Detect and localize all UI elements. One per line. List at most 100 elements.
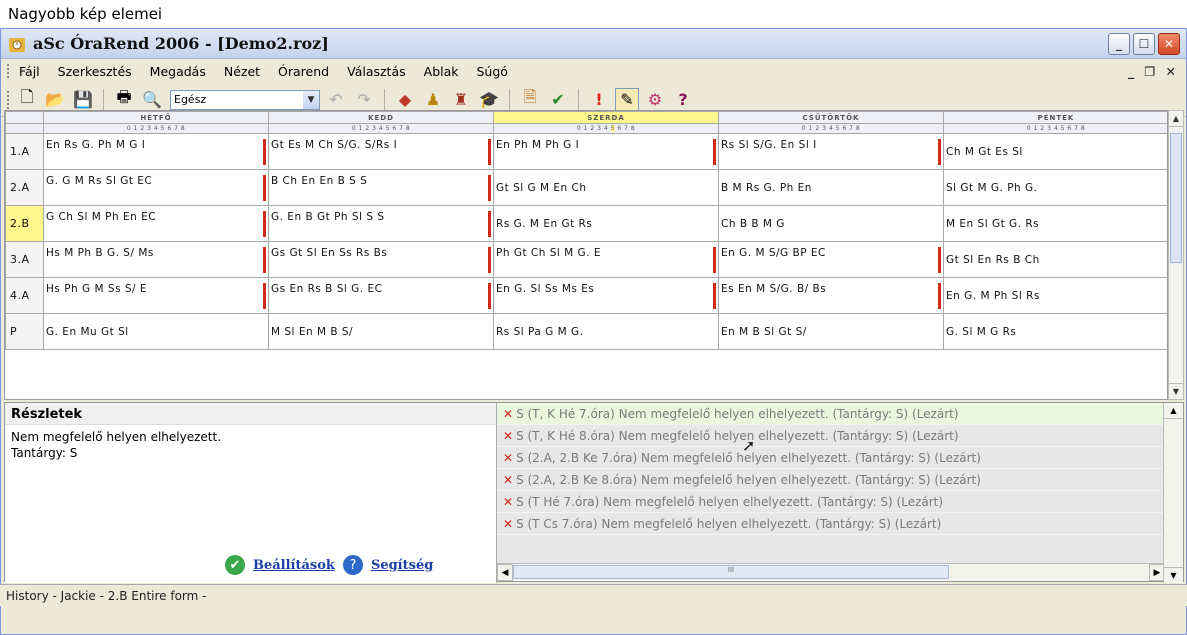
bottom-panel: Részletek Nem megfelelő helyen elhelyeze… [4,402,1184,583]
error-horizontal-scrollbar[interactable]: ◀ III ▶ [497,563,1165,581]
lesson-cell[interactable]: Ph Gt Ch Sl M G. E [493,241,719,278]
scroll-up-icon[interactable]: ▲ [1169,111,1183,127]
scroll-up-icon[interactable]: ▲ [1164,403,1183,419]
class-label[interactable]: 1.A [5,133,44,170]
lesson-cell[interactable]: Gt Sl G M En Ch [493,169,719,206]
warning-icon[interactable]: ! [587,88,611,112]
class-label[interactable]: 2.A [5,169,44,206]
mdi-minimize-button[interactable]: _ [1128,64,1134,79]
lesson-cell[interactable]: Gs Gt Sl En Ss Rs Bs [268,241,494,278]
classes-icon[interactable]: ♜ [449,88,473,112]
class-label[interactable]: 3.A [5,241,44,278]
error-item[interactable]: ✕ S (2.A, 2.B Ke 8.óra) Nem megfelelő hel… [497,469,1165,491]
menu-window[interactable]: Ablak [424,64,459,79]
toolbar-separator [384,88,385,111]
menu-file[interactable]: Fájl [19,64,40,79]
settings-link[interactable]: Beállítások [253,558,335,573]
lesson-cell[interactable]: M En Sl Gt G. Rs [943,205,1167,242]
scroll-left-icon[interactable]: ◀ [497,564,513,581]
window-title: aSc ÓraRend 2006 - [Demo2.roz] [33,34,329,53]
app-icon [7,34,27,54]
edit-icon[interactable]: ✎ [615,87,639,112]
menu-specify[interactable]: Megadás [150,64,206,79]
view-combo[interactable]: Egész ▼ [170,89,320,110]
grid-vertical-scrollbar[interactable]: ▲ ▼ [1168,110,1184,400]
lesson-cell[interactable]: G. G M Rs Sl Gt EC [43,169,269,206]
error-item[interactable]: ✕ S (T Hé 7.óra) Nem megfelelő helyen elh… [497,491,1165,513]
cube-icon[interactable]: ◆ [393,88,417,112]
help-icon[interactable]: ? [671,88,695,112]
menu-help[interactable]: Súgó [477,64,508,79]
menu-view[interactable]: Nézet [224,64,260,79]
redo-icon[interactable]: ↷ [352,88,376,112]
day-header[interactable]: CSÜTÖRTÖK [718,111,944,124]
lesson-cell[interactable]: Gs En Rs B Sl G. EC [268,277,494,314]
lesson-cell[interactable]: En G. Sl Ss Ms Es [493,277,719,314]
error-item[interactable]: ✕ S (T, K Hé 7.óra) Nem megfelelő helyen … [497,403,1165,425]
maximize-button[interactable]: ☐ [1133,32,1155,55]
lesson-cell[interactable]: En Rs G. Ph M G I [43,133,269,170]
lesson-cell[interactable]: En G. M Ph Sl Rs [943,277,1167,314]
day-header[interactable]: PÉNTEK [943,111,1167,124]
lesson-cell[interactable]: G. Sl M G Rs [943,313,1167,350]
minimize-button[interactable]: _ [1108,32,1130,55]
open-folder-icon[interactable]: 📂 [43,88,67,112]
error-item[interactable]: ✕ S (T, K Hé 8.óra) Nem megfelelő helyen … [497,425,1165,447]
lesson-cell[interactable]: Rs G. M En Gt Rs [493,205,719,242]
save-icon[interactable]: 💾 [71,88,95,112]
day-header[interactable]: HÉTFŐ [43,111,269,124]
lesson-cell[interactable]: G. En B Gt Ph Sl S S [268,205,494,242]
class-label-selected[interactable]: 2.B [5,205,44,242]
class-label[interactable]: 4.A [5,277,44,314]
timetable-grid[interactable]: HÉTFŐ KEDD SZERDA CSÜTÖRTÖK PÉNTEK 0 1 2… [4,110,1168,400]
lesson-cell[interactable]: Gt Sl En Rs B Ch [943,241,1167,278]
error-list[interactable]: ✕ S (T, K Hé 7.óra) Nem megfelelő helyen … [497,403,1165,563]
menu-edit[interactable]: Szerkesztés [58,64,132,79]
undo-icon[interactable]: ↶ [324,88,348,112]
day-header-today[interactable]: SZERDA [493,111,719,124]
new-file-icon[interactable]: 🗋 [15,87,39,112]
lesson-cell[interactable]: G Ch Sl M Ph En EC [43,205,269,242]
lesson-cell[interactable]: M Sl En M B S/ [268,313,494,350]
lesson-cell[interactable]: En Ph M Ph G I [493,133,719,170]
mdi-close-button[interactable]: ✕ [1166,64,1176,79]
chevron-down-icon[interactable]: ▼ [303,90,319,109]
scroll-down-icon[interactable]: ▼ [1164,567,1183,583]
h-scroll-thumb[interactable]: III [513,565,949,579]
error-item[interactable]: ✕ S (T Cs 7.óra) Nem megfelelő helyen elh… [497,513,1165,535]
settings-icon[interactable]: ⚙ [643,88,667,112]
lesson-cell[interactable]: Rs Sl S/G. En Sl I [718,133,944,170]
scroll-thumb[interactable] [1170,133,1182,263]
error-x-icon: ✕ [503,406,514,421]
lesson-cell[interactable]: Sl Gt M G. Ph G. [943,169,1167,206]
day-header[interactable]: KEDD [268,111,494,124]
lesson-cell[interactable]: B M Rs G. Ph En [718,169,944,206]
lesson-cell[interactable]: B Ch En En B S S [268,169,494,206]
lesson-cell[interactable]: G. En Mu Gt Sl [43,313,269,350]
graduation-cap-icon[interactable]: 🎓 [477,88,501,112]
lesson-cell[interactable]: Ch B B M G [718,205,944,242]
print-preview-icon[interactable]: 🔍 [140,88,164,112]
mdi-restore-button[interactable]: ❐ [1144,64,1155,79]
lessons-icon[interactable]: 🗎 [518,87,542,112]
error-item[interactable]: ✕ S (2.A, 2.B Ke 7.óra) Nem megfelelő hel… [497,447,1165,469]
help-link[interactable]: Segítség [371,558,433,573]
lesson-cell[interactable]: Hs Ph G M Ss S/ E [43,277,269,314]
lesson-cell[interactable]: Hs M Ph B G. S/ Ms [43,241,269,278]
check-icon[interactable]: ✔ [546,88,570,112]
lesson-cell[interactable]: En M B Sl Gt S/ [718,313,944,350]
error-vertical-scrollbar[interactable]: ▲ ▼ [1163,403,1183,583]
lesson-cell[interactable]: Rs Sl Pa G M G. [493,313,719,350]
close-button[interactable]: ✕ [1158,32,1180,55]
print-icon[interactable]: 🖶 [112,87,136,112]
menu-select[interactable]: Választás [347,64,406,79]
lesson-cell[interactable]: En G. M S/G BP EC [718,241,944,278]
lesson-cell[interactable]: Es En M S/G. B/ Bs [718,277,944,314]
menu-timetable[interactable]: Órarend [278,64,329,79]
scroll-down-icon[interactable]: ▼ [1169,383,1183,399]
lesson-cell[interactable]: Ch M Gt Es Sl [943,133,1167,170]
lesson-cell[interactable]: Gt Es M Ch S/G. S/Rs I [268,133,494,170]
class-label[interactable]: P [5,313,44,350]
teacher-icon[interactable]: ♟ [421,88,445,112]
lock-marker [263,138,266,165]
